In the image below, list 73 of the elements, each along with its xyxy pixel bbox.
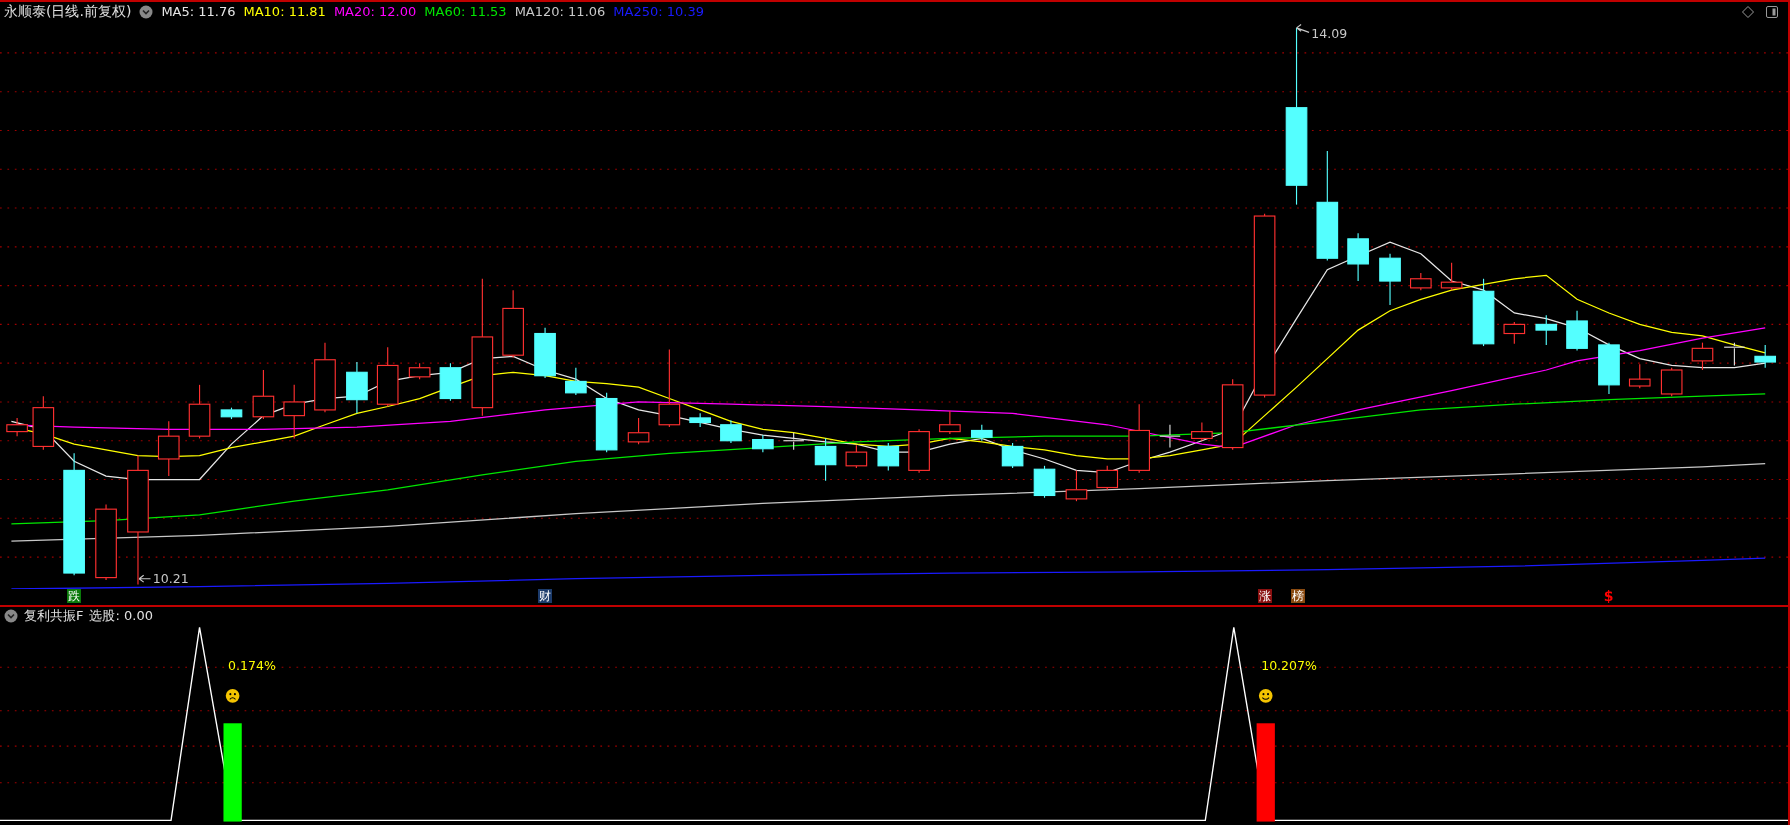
chart-title: 永顺泰(日线.前复权) bbox=[4, 2, 132, 21]
candlestick bbox=[1723, 342, 1746, 366]
pointer-arrow bbox=[1295, 23, 1310, 33]
candlestick bbox=[1159, 424, 1181, 449]
candlestick bbox=[252, 369, 275, 420]
candlestick bbox=[720, 419, 742, 444]
event-marker: 财 bbox=[537, 589, 552, 603]
indicator-reading: 选股: 0.00 bbox=[89, 607, 153, 625]
candlestick bbox=[782, 432, 805, 451]
candlestick bbox=[220, 407, 243, 420]
price-label: 14.09 bbox=[1311, 26, 1348, 42]
candlestick bbox=[1001, 442, 1024, 469]
candlestick bbox=[32, 395, 55, 451]
candlestick bbox=[376, 346, 399, 408]
candlestick bbox=[1033, 465, 1056, 499]
candlestick bbox=[1754, 344, 1777, 369]
candlestick bbox=[877, 442, 900, 471]
candlestick bbox=[439, 362, 462, 402]
candlestick bbox=[1535, 314, 1558, 346]
candlestick bbox=[283, 384, 306, 439]
moving-average-reading: MA60: 11.53 bbox=[424, 4, 507, 19]
candlestick bbox=[1096, 465, 1119, 491]
event-marker: 榜 bbox=[1290, 589, 1305, 603]
candlestick bbox=[1410, 272, 1432, 291]
candlestick bbox=[565, 367, 587, 396]
candlestick bbox=[689, 412, 711, 428]
candlestick bbox=[1628, 363, 1651, 389]
event-marker: 跌 bbox=[67, 589, 82, 603]
moving-average-reading: MA250: 10.39 bbox=[613, 4, 704, 19]
window-toggle-icon[interactable] bbox=[1766, 6, 1778, 18]
candlestick bbox=[1598, 342, 1620, 395]
candlestick bbox=[1128, 403, 1150, 474]
moving-average-reading: MA120: 11.06 bbox=[514, 4, 606, 19]
candlestick bbox=[939, 410, 961, 435]
moving-average-reading: MA10: 11.81 bbox=[243, 4, 326, 19]
moving-average-reading: MA20: 12.00 bbox=[333, 4, 417, 19]
candlestick bbox=[157, 420, 180, 477]
candlestick bbox=[595, 392, 618, 453]
indicator-title: 复利共振F bbox=[24, 607, 84, 625]
candlestick bbox=[314, 342, 336, 413]
dropdown-icon[interactable] bbox=[4, 609, 18, 623]
candlestick bbox=[1566, 310, 1588, 352]
candlestick bbox=[1191, 421, 1213, 442]
event-marker: 涨 bbox=[1257, 589, 1272, 603]
smiley-face-icon bbox=[1258, 689, 1273, 703]
candlestick bbox=[1691, 342, 1714, 371]
candlestick bbox=[502, 289, 524, 359]
candlestick bbox=[1379, 253, 1401, 306]
signal-value: 10.207% bbox=[1261, 657, 1317, 673]
candlestick bbox=[845, 444, 868, 469]
candlestick bbox=[908, 428, 930, 474]
price-label: 10.21 bbox=[152, 571, 189, 587]
candlestick bbox=[752, 434, 774, 453]
candlestick bbox=[534, 327, 556, 379]
pointer-arrow bbox=[138, 574, 152, 583]
sad-face-icon bbox=[225, 689, 240, 703]
candlestick bbox=[408, 362, 431, 380]
candlestick bbox=[1660, 367, 1683, 397]
candlestick bbox=[1472, 278, 1495, 347]
event-marker: $ bbox=[1602, 589, 1615, 603]
candlestick bbox=[1440, 262, 1463, 291]
candlestick bbox=[1065, 469, 1088, 502]
candlestick bbox=[188, 384, 211, 439]
candlestick bbox=[814, 437, 837, 482]
candlestick bbox=[1347, 232, 1369, 282]
candlestick bbox=[346, 361, 368, 414]
candlestick bbox=[6, 417, 28, 437]
candlestick bbox=[970, 424, 993, 442]
candlestick bbox=[1503, 321, 1526, 345]
signal-value: 0.174% bbox=[228, 657, 276, 673]
dropdown-icon[interactable] bbox=[139, 4, 154, 19]
moving-average-reading: MA5: 11.76 bbox=[161, 4, 236, 19]
candlestick bbox=[627, 417, 650, 445]
